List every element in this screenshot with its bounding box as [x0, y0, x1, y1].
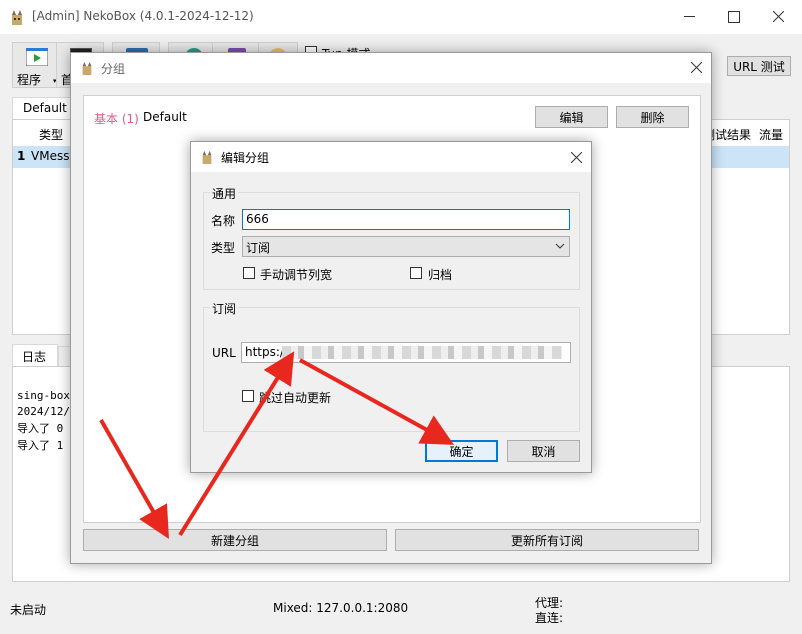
annotation-arrows	[99, 351, 455, 539]
annotation-arrow	[178, 351, 295, 537]
annotation-arrow	[99, 419, 169, 539]
annotation-arrow	[299, 358, 455, 445]
